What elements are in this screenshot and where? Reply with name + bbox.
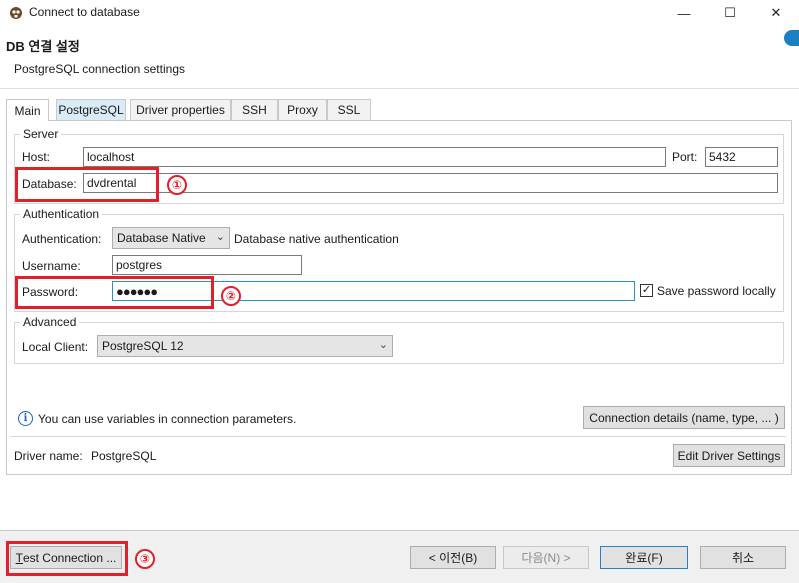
local-client-select-value: PostgreSQL 12 xyxy=(102,339,184,353)
tab-driver-properties[interactable]: Driver properties xyxy=(130,99,231,120)
variables-info-text: You can use variables in connection para… xyxy=(38,412,297,426)
dialog-title: DB 연결 설정 xyxy=(6,39,80,54)
driver-name-label: Driver name: xyxy=(14,449,83,463)
annotation-box-test-connection xyxy=(6,541,128,576)
driver-name-value: PostgreSQL xyxy=(91,449,157,463)
maximize-icon: ☐ xyxy=(724,5,736,20)
database-input[interactable]: dvdrental xyxy=(83,173,778,193)
minimize-button[interactable]: — xyxy=(661,0,707,26)
maximize-button[interactable]: ☐ xyxy=(707,0,753,26)
edit-driver-settings-button[interactable]: Edit Driver Settings xyxy=(673,444,785,467)
tab-ssl[interactable]: SSL xyxy=(327,99,371,120)
dbeaver-icon xyxy=(10,7,22,19)
authentication-select-value: Database Native xyxy=(117,231,206,245)
local-client-label: Local Client: xyxy=(22,340,89,354)
tab-main[interactable]: Main xyxy=(6,99,49,121)
chevron-down-icon: ⌄ xyxy=(215,231,225,243)
finish-button[interactable]: 완료(F) xyxy=(600,546,688,569)
window-title: Connect to database xyxy=(29,5,140,19)
close-button[interactable]: ✕ xyxy=(753,0,799,26)
username-input[interactable]: postgres xyxy=(112,255,302,275)
tab-proxy[interactable]: Proxy xyxy=(278,99,327,120)
tab-ssh[interactable]: SSH xyxy=(231,99,278,120)
annotation-box-database xyxy=(15,167,159,202)
driver-divider xyxy=(10,436,786,437)
header-accent-icon xyxy=(784,30,799,46)
host-input[interactable]: localhost xyxy=(83,147,666,167)
port-label: Port: xyxy=(672,150,698,164)
server-group-label: Server xyxy=(20,127,62,141)
authentication-select[interactable]: Database Native ⌄ xyxy=(112,227,230,249)
port-input[interactable]: 5432 xyxy=(705,147,778,167)
annotation-badge-3: ③ xyxy=(135,549,155,569)
header-divider xyxy=(0,88,799,89)
annotation-badge-1: ① xyxy=(167,175,187,195)
annotation-badge-2: ② xyxy=(221,286,241,306)
save-password-checkbox[interactable]: ✓ xyxy=(640,284,653,297)
authentication-label: Authentication: xyxy=(22,232,102,246)
authentication-group-label: Authentication xyxy=(20,207,103,221)
host-label: Host: xyxy=(22,150,51,164)
minimize-icon: — xyxy=(677,5,691,21)
cancel-button[interactable]: 취소 xyxy=(700,546,786,569)
authentication-description: Database native authentication xyxy=(234,232,399,246)
local-client-select[interactable]: PostgreSQL 12 ⌄ xyxy=(97,335,393,357)
info-icon: i xyxy=(18,411,33,426)
close-icon: ✕ xyxy=(770,5,782,20)
tab-postgresql[interactable]: PostgreSQL xyxy=(56,99,126,120)
save-password-label: Save password locally xyxy=(657,284,776,298)
dialog-subtitle: PostgreSQL connection settings xyxy=(14,62,185,76)
username-label: Username: xyxy=(22,259,81,273)
back-button[interactable]: < 이전(B) xyxy=(410,546,496,569)
chevron-down-icon: ⌄ xyxy=(378,339,388,351)
connection-details-button[interactable]: Connection details (name, type, ... ) xyxy=(583,406,785,429)
advanced-group-label: Advanced xyxy=(20,315,80,329)
next-button[interactable]: 다음(N) > xyxy=(503,546,589,569)
annotation-box-password xyxy=(15,276,214,309)
